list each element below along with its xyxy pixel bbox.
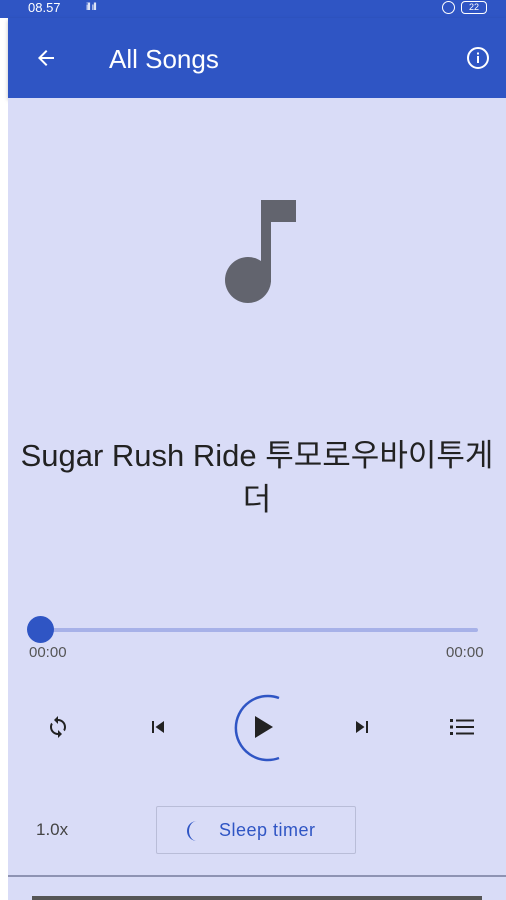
moon-icon xyxy=(181,819,203,843)
player-panel: Sugar Rush Ride 투모로우바이투게더 00:00 00:00 1.… xyxy=(8,98,506,900)
page-title: All Songs xyxy=(109,44,219,74)
repeat-icon[interactable] xyxy=(46,715,70,739)
music-note-icon xyxy=(224,198,300,306)
current-time: 00:00 xyxy=(29,644,67,661)
seek-thumb[interactable] xyxy=(27,616,54,643)
queue-list-icon[interactable] xyxy=(449,715,475,739)
skip-previous-icon[interactable] xyxy=(146,715,170,739)
total-duration: 00:00 xyxy=(446,644,484,661)
sleep-timer-button[interactable]: Sleep timer xyxy=(156,806,356,854)
song-title: Sugar Rush Ride 투모로우바이투게더 xyxy=(20,438,494,517)
status-bar: 08.57 ill ıll 22 xyxy=(0,0,506,18)
signal-icon: ill ıll xyxy=(86,2,97,13)
bottom-handle xyxy=(32,896,482,900)
info-circle-icon[interactable] xyxy=(466,46,490,70)
playback-speed[interactable]: 1.0x xyxy=(36,820,68,840)
status-time: 08.57 xyxy=(28,0,61,15)
skip-next-icon[interactable] xyxy=(350,715,374,739)
divider xyxy=(8,875,506,877)
sleep-timer-label: Sleep timer xyxy=(219,820,316,840)
alarm-icon xyxy=(442,1,455,14)
arrow-left-icon[interactable] xyxy=(34,46,58,70)
battery-icon: 22 xyxy=(461,1,487,14)
play-icon[interactable] xyxy=(249,712,277,742)
seek-bar[interactable] xyxy=(40,628,478,632)
app-bar: All Songs xyxy=(8,18,506,98)
